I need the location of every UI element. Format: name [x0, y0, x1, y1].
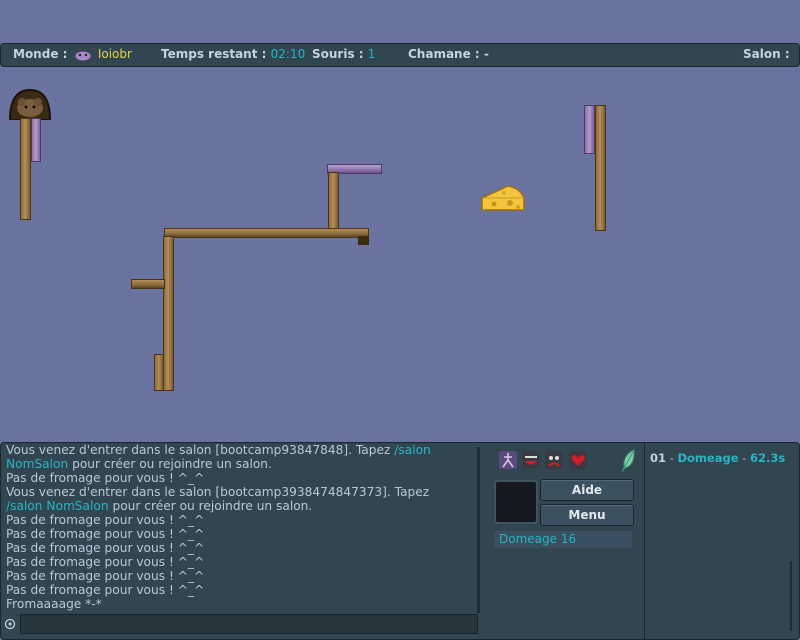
temps-value: 02:10 — [270, 47, 306, 61]
monde-info: Monde : Ioiobr — [13, 47, 132, 61]
menu-button[interactable]: Menu — [540, 504, 634, 526]
beam-end — [358, 236, 369, 245]
monde-label: Monde : — [13, 47, 68, 61]
cheese-icon — [481, 185, 525, 211]
temps-label: Temps restant : — [161, 47, 267, 61]
score-time: 62.3s — [749, 451, 786, 465]
feather-icon[interactable] — [621, 449, 637, 473]
wood-ledge — [131, 279, 165, 289]
souris-label: Souris : — [312, 47, 364, 61]
chat-line: Pas de fromage pour vous ! ^_^ — [6, 583, 205, 597]
laugh-icon[interactable] — [522, 451, 540, 469]
chamane-value: - — [483, 47, 489, 61]
score-separator: - — [738, 451, 750, 465]
purple-plank — [31, 118, 41, 162]
avatar — [494, 480, 538, 524]
salon-info: Salon : — [743, 47, 790, 61]
chat-input[interactable] — [20, 614, 478, 634]
score-separator: - — [666, 451, 678, 465]
time-info: Temps restant : 02:10 — [161, 47, 305, 61]
souris-value: 1 — [367, 47, 376, 61]
chat-line: Vous venez d'entrer dans le salon [bootc… — [6, 443, 431, 457]
heart-icon[interactable] — [569, 451, 587, 469]
mouse-hole-icon — [8, 88, 52, 120]
scoreboard: 01 - Domeage - 62.3s — [644, 442, 800, 640]
dance-icon[interactable] — [499, 451, 517, 469]
wood-beam — [164, 228, 369, 238]
chat-panel: Vous venez d'entrer dans le salon [bootc… — [0, 442, 491, 640]
salon-label: Salon : — [743, 47, 790, 61]
mouse-face-icon — [74, 50, 92, 61]
chat-line: Pas de fromage pour vous ! ^_^ — [6, 527, 205, 541]
wood-block — [154, 354, 164, 391]
cry-icon[interactable] — [545, 451, 563, 469]
score-player-name: Domeage — [677, 451, 739, 465]
scoreboard-scrollbar[interactable] — [790, 561, 792, 631]
shaman-info: Chamane : - — [408, 47, 489, 61]
chat-line: Pas de fromage pour vous ! ^_^ — [6, 555, 205, 569]
monde-value: Ioiobr — [97, 47, 132, 61]
wood-post — [595, 105, 606, 231]
aide-button[interactable]: Aide — [540, 479, 634, 501]
wood-post — [328, 172, 339, 230]
chat-line: /salon NomSalon pour créer ou rejoindre … — [6, 499, 313, 513]
chat-line: NomSalon pour créer ou rejoindre un salo… — [6, 457, 272, 471]
player-panel: Aide Menu Domeage 16 — [489, 442, 644, 640]
chat-line: Pas de fromage pour vous ! ^_^ — [6, 569, 205, 583]
chat-bubble-icon — [4, 618, 16, 630]
purple-plank — [584, 105, 595, 154]
chat-line: Vous venez d'entrer dans le salon [bootc… — [6, 485, 430, 499]
status-bar: Monde : Ioiobr Temps restant : 02:10 Sou… — [0, 43, 800, 67]
player-name-chip[interactable]: Domeage 16 — [494, 531, 632, 548]
mice-info: Souris : 1 — [312, 47, 375, 61]
chat-scrollbar[interactable] — [477, 447, 480, 613]
chat-line: Pas de fromage pour vous ! ^_^ — [6, 513, 205, 527]
wood-post — [163, 236, 174, 391]
chat-line: Fromaaaage *-* — [6, 597, 102, 611]
chat-line: Pas de fromage pour vous ! ^_^ — [6, 541, 205, 555]
wood-post — [20, 118, 31, 220]
chamane-label: Chamane : — [408, 47, 480, 61]
score-rank: 01 — [650, 451, 667, 465]
game-stage[interactable] — [0, 66, 800, 440]
score-row[interactable]: 01 - Domeage - 62.3s — [650, 451, 785, 465]
chat-line: Pas de fromage pour vous ! ^_^ — [6, 471, 205, 485]
